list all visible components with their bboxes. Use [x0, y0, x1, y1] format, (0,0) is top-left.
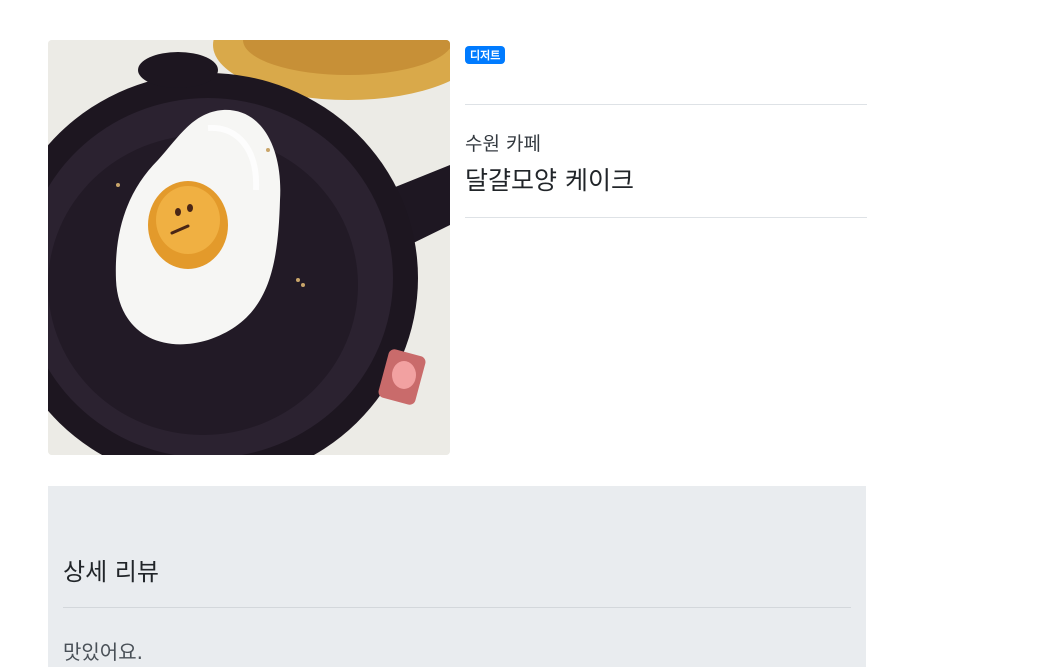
product-info: 디저트 수원 카페 달걀모양 케이크 [465, 44, 867, 218]
egg-cake-illustration [48, 40, 450, 455]
review-section: 상세 리뷰 맛있어요. [48, 486, 866, 667]
review-title: 상세 리뷰 [63, 558, 159, 586]
divider [465, 104, 867, 105]
divider [63, 607, 851, 608]
menu-name: 달걀모양 케이크 [465, 166, 634, 195]
review-text: 맛있어요. [63, 640, 143, 664]
product-photo [48, 40, 450, 455]
divider [465, 217, 867, 218]
store-name: 수원 카페 [465, 133, 541, 155]
category-badge[interactable]: 디저트 [465, 46, 506, 64]
